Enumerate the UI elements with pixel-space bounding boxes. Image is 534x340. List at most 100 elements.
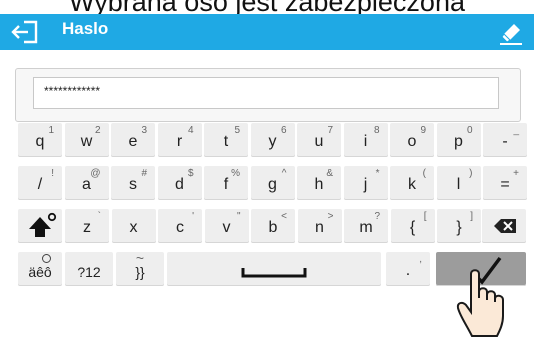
- key-sub-label: ): [469, 168, 473, 179]
- key-sub-label: 6: [280, 125, 287, 136]
- key-sub-label: 9: [420, 125, 426, 136]
- key-1-3[interactable]: d $: [157, 166, 202, 200]
- password-input[interactable]: ************: [33, 77, 499, 109]
- key-sub-label: $: [187, 168, 194, 179]
- backspace-icon: [494, 219, 516, 233]
- key-2-3[interactable]: v ": [204, 209, 249, 243]
- key-sub-label: 1: [48, 125, 54, 136]
- key-1-4[interactable]: f%: [204, 166, 248, 200]
- title-bar: Haslo: [0, 14, 534, 50]
- key-0-7[interactable]: i8: [343, 123, 388, 157]
- key-sub-label: #: [141, 168, 147, 179]
- key-main-label: c: [176, 219, 184, 236]
- key-sub-label: ": [236, 211, 241, 222]
- key-main-label: q: [35, 133, 45, 150]
- accent-chars-key[interactable]: äêô: [18, 252, 62, 286]
- key-main-label: -: [502, 133, 508, 150]
- key-main-label: /: [37, 176, 43, 193]
- key-sub-label: 3: [141, 125, 147, 136]
- shift-key[interactable]: [18, 209, 62, 243]
- key-main-label: h: [314, 176, 324, 193]
- key-0-6[interactable]: u7: [297, 123, 341, 157]
- key-0-5[interactable]: y6: [250, 123, 295, 157]
- key-sub-label: @: [90, 168, 101, 179]
- key-1-9[interactable]: l): [436, 166, 481, 200]
- key-main-label: p: [454, 133, 463, 150]
- key-2-2[interactable]: c ': [158, 209, 202, 243]
- key-sub-label: 2: [94, 125, 101, 136]
- symbols-key[interactable]: }} ~: [116, 250, 164, 286]
- key-sub-label: _: [513, 125, 519, 136]
- key-main-label: k: [408, 176, 416, 193]
- key-0-3[interactable]: r4: [157, 123, 202, 157]
- key-2-6[interactable]: m?: [344, 209, 388, 243]
- key-0-8[interactable]: o9: [390, 123, 434, 157]
- space-key[interactable]: [167, 252, 381, 286]
- key-0-4[interactable]: t5: [204, 123, 248, 157]
- key-sub-label: ?: [374, 211, 380, 222]
- accent-chars-label: äêô: [28, 264, 52, 280]
- key-sub-label: 5: [234, 125, 240, 136]
- key-main-label: u: [314, 133, 324, 150]
- key-1-6[interactable]: h &: [297, 166, 341, 200]
- key-0-9[interactable]: p0: [436, 123, 481, 157]
- key-sub-label: <: [281, 211, 287, 222]
- key-main-label: y: [268, 133, 277, 150]
- key-2-5[interactable]: n >: [297, 209, 342, 243]
- key-0-2[interactable]: e3: [111, 123, 155, 157]
- key-2-7[interactable]: {[: [390, 209, 435, 243]
- key-1-10[interactable]: = +: [483, 166, 527, 200]
- key-main-label: a: [82, 176, 91, 193]
- key-1-2[interactable]: s #: [111, 166, 155, 200]
- key-main-label: l: [456, 176, 461, 193]
- symbols-label: }}: [135, 264, 145, 280]
- key-0-1[interactable]: w2: [64, 123, 109, 157]
- key-sub-label: &: [326, 168, 333, 179]
- key-2-0[interactable]: z `: [65, 209, 109, 243]
- key-sub-label: `: [97, 211, 101, 222]
- key-main-label: v: [222, 219, 231, 236]
- spacebar-icon: [241, 268, 307, 278]
- key-main-label: i: [363, 133, 368, 150]
- key-1-1[interactable]: a @: [64, 166, 109, 200]
- key-sub-label: [: [423, 211, 427, 222]
- key-main-label: d: [175, 176, 184, 193]
- eraser-icon[interactable]: [498, 18, 524, 46]
- numbers-key[interactable]: ?12: [65, 252, 113, 286]
- key-1-5[interactable]: g ^: [250, 166, 295, 200]
- key-sub-label: ': [192, 211, 194, 222]
- accent-circle-icon: [42, 254, 51, 263]
- key-0-10[interactable]: - _: [483, 123, 527, 157]
- key-main-label: f: [223, 176, 229, 193]
- key-sub-label: !: [51, 168, 54, 179]
- key-main-label: j: [363, 176, 368, 193]
- key-main-label: z: [83, 219, 91, 236]
- key-2-1[interactable]: x: [111, 209, 156, 243]
- key-sub-label: 7: [327, 125, 333, 136]
- numbers-label: ?12: [77, 264, 101, 280]
- key-main-label: e: [128, 133, 138, 150]
- key-main-label: r: [176, 133, 183, 150]
- key-sub-label: 4: [187, 125, 194, 136]
- key-1-8[interactable]: k(: [390, 166, 434, 200]
- key-main-label: o: [407, 133, 417, 150]
- key-2-8[interactable]: }]: [437, 209, 481, 243]
- exit-login-icon[interactable]: [10, 18, 40, 46]
- backspace-key[interactable]: [482, 209, 526, 243]
- key-main-label: }: [456, 219, 462, 236]
- dot-key[interactable]: . ,: [386, 252, 430, 286]
- key-2-4[interactable]: b <: [251, 209, 295, 243]
- key-0-0[interactable]: q1: [18, 123, 62, 157]
- key-main-label: b: [268, 219, 278, 236]
- dot-label: .: [405, 262, 411, 279]
- key-1-0[interactable]: /!: [18, 166, 62, 200]
- page-title: Haslo: [62, 19, 109, 38]
- key-main-label: t: [223, 133, 229, 150]
- key-1-7[interactable]: j *: [343, 166, 388, 200]
- key-sub-label: +: [513, 168, 519, 179]
- key-sub-label: ]: [470, 211, 473, 222]
- key-main-label: x: [129, 219, 138, 236]
- key-main-label: s: [129, 176, 137, 193]
- key-main-label: =: [500, 176, 510, 193]
- key-main-label: w: [80, 133, 93, 150]
